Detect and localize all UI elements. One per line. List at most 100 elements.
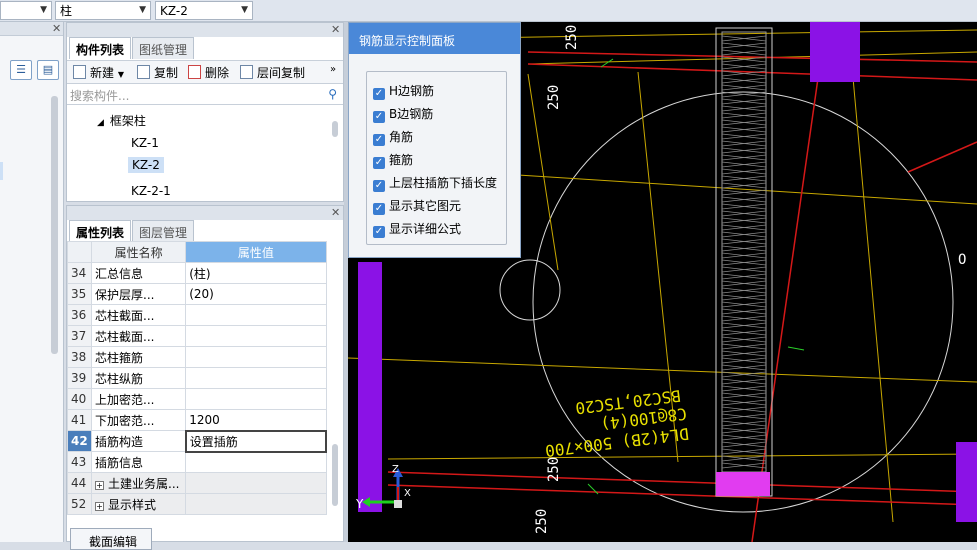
property-value[interactable] [185,388,327,410]
checkbox-checked-icon[interactable]: ✓ [373,180,385,192]
combo-box[interactable]: ▼ [0,1,52,20]
property-value[interactable] [185,346,327,368]
table-row[interactable]: 35 保护层厚... (20) [66,283,327,305]
row-number: 34 [66,262,93,284]
property-value[interactable]: (20) [185,283,327,305]
table-row[interactable]: 43 插筋信息 [66,451,327,473]
table-row[interactable]: 37 芯柱截面... [66,325,327,347]
property-value[interactable] [185,367,327,389]
new-button[interactable]: 新建 ▼ [73,64,124,81]
column-block [956,442,977,522]
row-number: 52 [66,493,93,515]
scrollbar[interactable] [51,96,58,354]
property-value[interactable] [185,304,327,326]
tree-item-selected[interactable]: KZ-2 [128,157,164,173]
search-input[interactable]: 搜索构件... ⚲ [67,85,343,105]
grid-line [847,22,894,523]
copy-button[interactable]: 复制 [137,64,178,81]
option-dowel-length[interactable]: ✓ 上层柱插筋下插长度 [373,174,497,192]
row-number: 36 [66,304,93,326]
row-number: 38 [66,346,93,368]
option-other-elements[interactable]: ✓ 显示其它图元 [373,197,461,215]
table-group-row[interactable]: 52 + 显示样式 [66,493,327,515]
chevron-down-icon: ▼ [241,5,248,15]
search-placeholder: 搜索构件... [70,89,130,103]
tree-item[interactable]: KZ-2-1 [131,184,171,198]
collapse-icon[interactable]: ◢ [97,118,104,128]
option-corner-rebar[interactable]: ✓ 角筋 [373,128,413,146]
column-block [810,22,860,82]
checkbox-checked-icon[interactable]: ✓ [373,111,385,123]
delete-button[interactable]: 删除 [188,64,229,81]
tree-group-label: 框架柱 [109,114,146,128]
option-label: 上层柱插筋下插长度 [389,176,498,190]
search-icon[interactable]: ⚲ [328,87,337,101]
table-row[interactable]: 41 下加密范... 1200 [66,409,327,431]
group-name[interactable]: + 土建业务属... [91,472,187,494]
column-base [716,472,770,496]
tree-item[interactable]: KZ-1 [131,136,159,150]
row-number: 37 [66,325,93,347]
tab-component-list[interactable]: 构件列表 [69,37,132,59]
dialog-title: 钢筋显示控制面板 [349,23,520,54]
tab-drawing-management[interactable]: 图纸管理 [132,37,195,59]
option-label: 箍筋 [389,153,414,167]
floor-copy-label: 层间复制 [257,66,306,80]
property-name: 保护层厚... [91,283,187,305]
expand-icon[interactable]: + [95,501,105,511]
property-value-editor[interactable]: 设置插筋 [184,429,328,453]
checkbox-checked-icon[interactable]: ✓ [373,226,385,238]
table-group-row[interactable]: 44 + 土建业务属... [66,472,327,494]
option-stirrup[interactable]: ✓ 箍筋 [373,151,413,169]
table-row-selected[interactable]: 42 插筋构造 设置插筋 [66,429,328,453]
property-value[interactable] [185,451,327,473]
table-row[interactable]: 34 汇总信息 (柱) [66,262,327,284]
row-number: 39 [66,367,93,389]
delete-icon [188,65,201,79]
detail-view-icon[interactable]: ▤ [37,60,59,80]
option-detailed-formula[interactable]: ✓ 显示详细公式 [373,220,461,238]
property-value[interactable]: (柱) [185,262,327,284]
property-name: 上加密范... [91,388,187,410]
expand-icon[interactable]: + [95,480,105,490]
grid-line [348,357,977,383]
checkbox-checked-icon[interactable]: ✓ [373,88,385,100]
column-block [358,262,382,512]
component-combo[interactable]: KZ-2 ▼ [155,1,253,20]
group-name[interactable]: + 显示样式 [91,493,187,515]
option-label: B边钢筋 [389,107,434,121]
close-icon[interactable]: ✕ [331,23,340,36]
chevron-down-icon: ▼ [40,5,47,15]
more-button[interactable]: » [330,64,336,75]
table-row[interactable]: 39 芯柱纵筋 [66,367,327,389]
group-label: 显示样式 [108,497,157,512]
element-type-combo[interactable]: 柱 ▼ [55,1,151,20]
option-b-rebar[interactable]: ✓ B边钢筋 [373,105,433,123]
scrollbar[interactable] [332,121,338,137]
tree-group[interactable]: ◢ 框架柱 [97,112,146,129]
checkbox-checked-icon[interactable]: ✓ [373,157,385,169]
option-h-rebar[interactable]: ✓ H边钢筋 [373,82,434,100]
section-edit-button[interactable]: 截面编辑 [70,528,152,550]
table-row[interactable]: 38 芯柱箍筋 [66,346,327,368]
floor-copy-button[interactable]: 层间复制 [240,64,305,81]
close-icon[interactable]: ✕ [52,22,61,35]
table-row[interactable]: 36 芯柱截面... [66,304,327,326]
property-tabs: 属性列表 图层管理 [69,220,195,242]
close-icon[interactable]: ✕ [331,206,340,219]
checkbox-checked-icon[interactable]: ✓ [373,134,385,146]
option-label: 角筋 [389,130,414,144]
z-axis-label: Z [392,464,399,475]
table-row[interactable]: 40 上加密范... [66,388,327,410]
property-value[interactable] [185,325,327,347]
option-label: 显示其它图元 [389,199,462,213]
list-view-icon[interactable]: ☰ [10,60,32,80]
property-name: 插筋信息 [91,451,187,473]
tab-layer-management[interactable]: 图层管理 [132,220,195,242]
tab-property-list[interactable]: 属性列表 [69,220,132,242]
property-value[interactable]: 1200 [185,409,327,431]
checkbox-checked-icon[interactable]: ✓ [373,203,385,215]
group-label: 土建业务属... [108,476,180,491]
new-label: 新建 [90,66,115,80]
scrollbar[interactable] [332,444,338,506]
